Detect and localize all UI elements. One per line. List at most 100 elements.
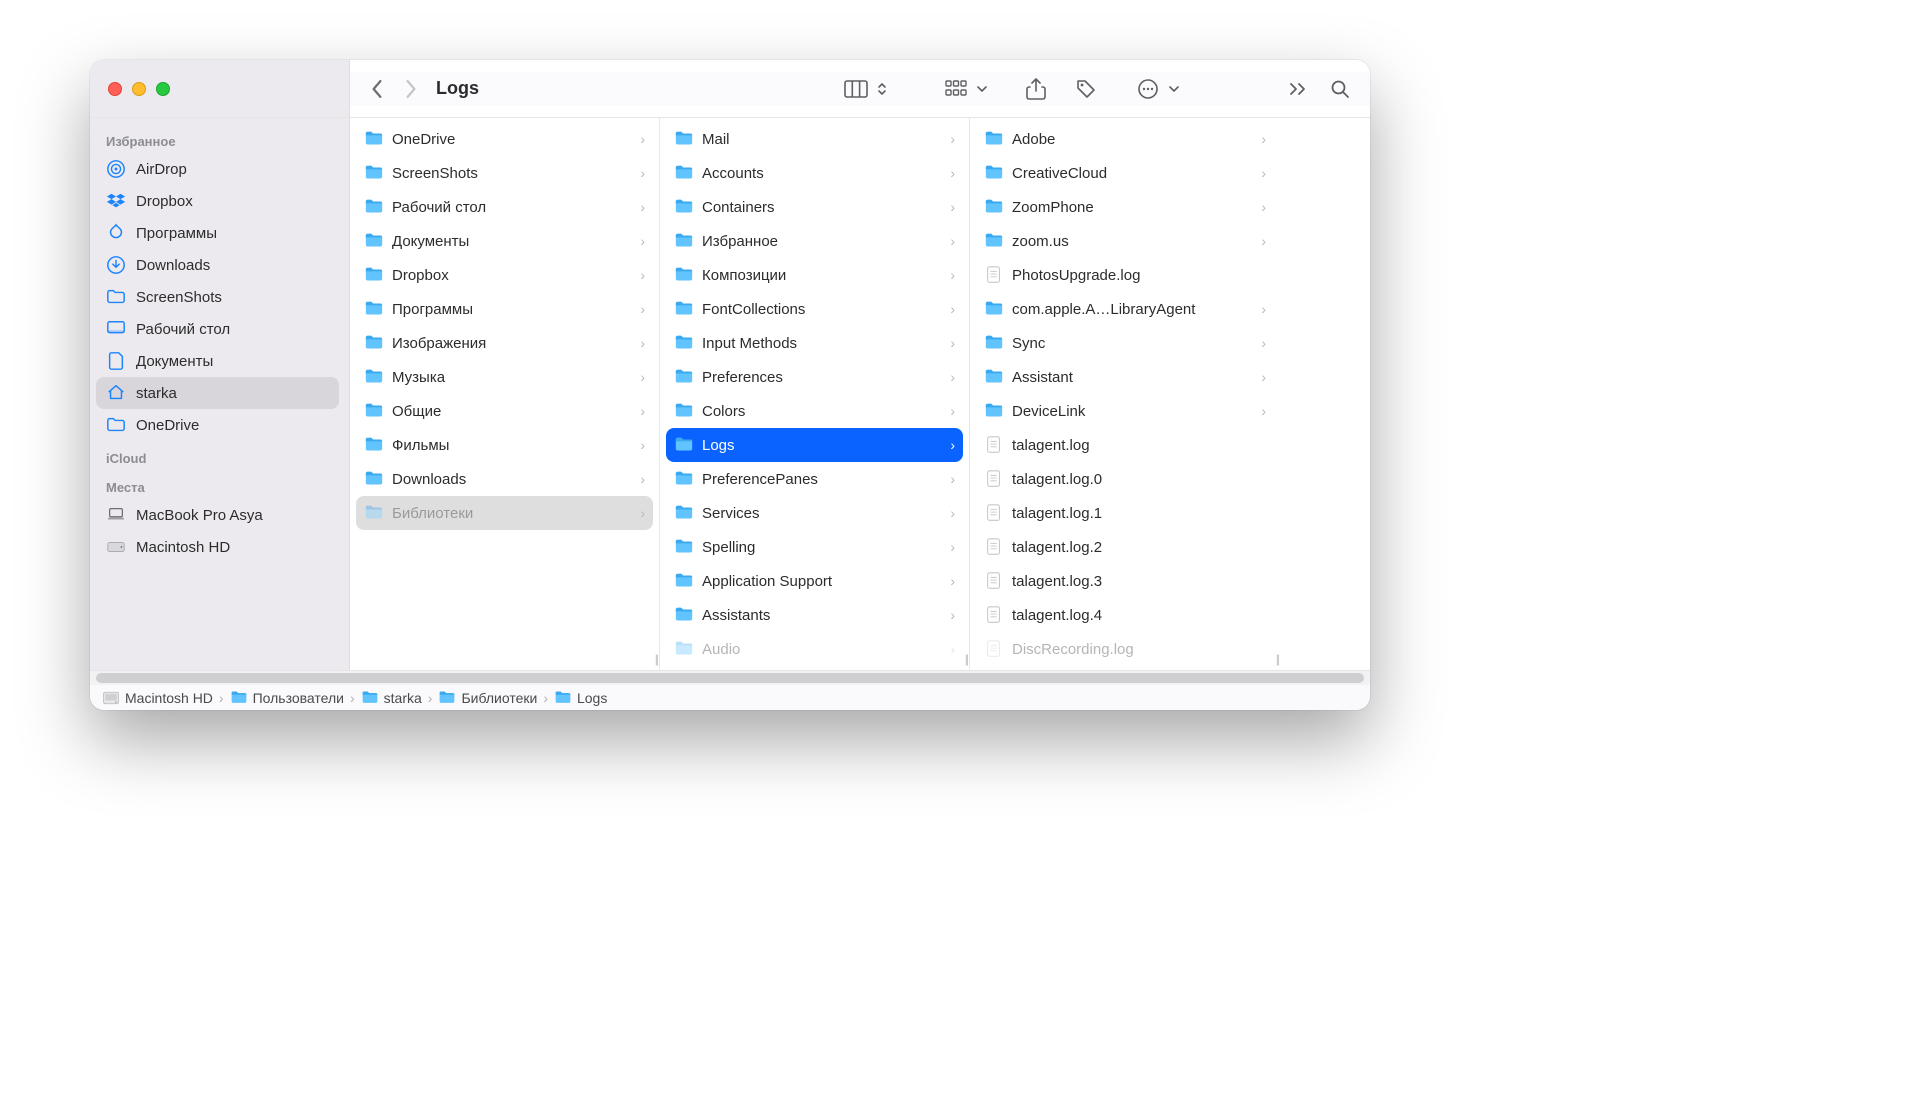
path-segment[interactable]: Macintosh HD [102,689,213,707]
sidebar-item[interactable]: MacBook Pro Asya [96,499,339,531]
folder-row[interactable]: zoom.us› [976,224,1274,258]
zoom-window-button[interactable] [156,82,170,96]
group-by-button[interactable] [928,73,998,105]
chevron-right-icon: › [640,403,645,419]
downloads-icon [106,255,126,275]
chevron-right-icon: › [640,437,645,453]
folder-row[interactable]: ScreenShots› [356,156,653,190]
path-segment[interactable]: starka [361,689,422,707]
row-label: PhotosUpgrade.log [1012,267,1266,284]
folder-row[interactable]: Изображения› [356,326,653,360]
chevron-right-icon: › [950,573,955,589]
sidebar-item[interactable]: AirDrop [96,153,339,185]
folder-row[interactable]: Sync› [976,326,1274,360]
sidebar-item[interactable]: Downloads [96,249,339,281]
share-button[interactable] [1020,73,1052,105]
folder-row[interactable]: Application Support› [666,564,963,598]
path-bar[interactable]: Macintosh HD›Пользователи›starka›Библиот… [90,685,1370,710]
folder-row[interactable]: Audio› [666,632,963,666]
sidebar-item[interactable]: Документы [96,345,339,377]
close-window-button[interactable] [108,82,122,96]
sidebar-item[interactable]: ScreenShots [96,281,339,313]
tags-button[interactable] [1070,73,1102,105]
path-segment[interactable]: Библиотеки [438,689,537,707]
folder-row[interactable]: Adobe› [976,122,1274,156]
chevron-right-icon: › [950,539,955,555]
sidebar[interactable]: ИзбранноеAirDropDropboxПрограммыDownload… [90,118,350,670]
file-row[interactable]: DiscRecording.log [976,632,1274,666]
folder-row[interactable]: Assistant› [976,360,1274,394]
path-segment[interactable]: Пользователи [230,689,344,707]
folder-row[interactable]: Services› [666,496,963,530]
sidebar-item[interactable]: Программы [96,217,339,249]
search-button[interactable] [1324,73,1356,105]
folder-row[interactable]: Композиции› [666,258,963,292]
folder-row[interactable]: Colors› [666,394,963,428]
path-label: starka [384,690,422,706]
chevron-right-icon: › [640,131,645,147]
file-row[interactable]: talagent.log.1 [976,496,1274,530]
file-row[interactable]: PhotosUpgrade.log [976,258,1274,292]
path-segment[interactable]: Logs [554,689,607,707]
forward-button[interactable] [394,72,428,106]
chevron-right-icon: › [640,301,645,317]
folder-icon [364,367,384,387]
minimize-window-button[interactable] [132,82,146,96]
chevron-right-icon: › [640,267,645,283]
folder-row[interactable]: Рабочий стол› [356,190,653,224]
folder-row[interactable]: Containers› [666,190,963,224]
browser-column[interactable]: OneDrive›ScreenShots›Рабочий стол›Докуме… [350,118,660,670]
column-resize-handle[interactable]: || [655,652,657,666]
folder-icon [674,299,694,319]
folder-row[interactable]: Избранное› [666,224,963,258]
file-row[interactable]: talagent.log.2 [976,530,1274,564]
sidebar-item[interactable]: Рабочий стол [96,313,339,345]
folder-row[interactable]: Assistants› [666,598,963,632]
back-button[interactable] [360,72,394,106]
folder-row[interactable]: Dropbox› [356,258,653,292]
action-menu-button[interactable] [1120,73,1190,105]
file-row[interactable]: talagent.log [976,428,1274,462]
column-browser[interactable]: OneDrive›ScreenShots›Рабочий стол›Докуме… [350,118,1370,670]
folder-row[interactable]: Программы› [356,292,653,326]
horizontal-scrollbar[interactable] [90,671,1370,685]
column-resize-handle[interactable]: || [1276,652,1278,666]
folder-row[interactable]: Spelling› [666,530,963,564]
folder-row[interactable]: ZoomPhone› [976,190,1274,224]
folder-row[interactable]: PreferencePanes› [666,462,963,496]
folder-row[interactable]: Музыка› [356,360,653,394]
folder-icon [674,503,694,523]
titlebar: Logs [90,60,1370,118]
sidebar-item[interactable]: starka [96,377,339,409]
folder-row[interactable]: FontCollections› [666,292,963,326]
browser-column[interactable]: Adobe›CreativeCloud›ZoomPhone›zoom.us› Ph… [970,118,1280,670]
toolbar-overflow-button[interactable] [1282,73,1314,105]
folder-row[interactable]: Mail› [666,122,963,156]
folder-row[interactable]: Accounts› [666,156,963,190]
folder-row[interactable]: Downloads› [356,462,653,496]
folder-row[interactable]: Preferences› [666,360,963,394]
browser-column[interactable]: Mail›Accounts›Containers›Избранное›Компо… [660,118,970,670]
file-row[interactable]: talagent.log.3 [976,564,1274,598]
folder-row[interactable]: OneDrive› [356,122,653,156]
sidebar-item[interactable]: Macintosh HD [96,531,339,563]
file-row[interactable]: talagent.log.0 [976,462,1274,496]
folder-row[interactable]: Библиотеки› [356,496,653,530]
sidebar-item[interactable]: OneDrive [96,409,339,441]
desktop-icon [106,319,126,339]
folder-row[interactable]: CreativeCloud› [976,156,1274,190]
folder-row[interactable]: DeviceLink› [976,394,1274,428]
folder-icon [984,163,1004,183]
file-row[interactable]: talagent.log.4 [976,598,1274,632]
folder-row[interactable]: Общие› [356,394,653,428]
folder-row[interactable]: Документы› [356,224,653,258]
view-mode-button[interactable] [828,73,898,105]
sidebar-item[interactable]: Dropbox [96,185,339,217]
path-label: Macintosh HD [125,690,213,706]
folder-row[interactable]: com.apple.A…LibraryAgent› [976,292,1274,326]
folder-row[interactable]: Фильмы› [356,428,653,462]
row-label: CreativeCloud [1012,165,1253,182]
column-resize-handle[interactable]: || [965,652,967,666]
folder-row[interactable]: Logs› [666,428,963,462]
folder-row[interactable]: Input Methods› [666,326,963,360]
